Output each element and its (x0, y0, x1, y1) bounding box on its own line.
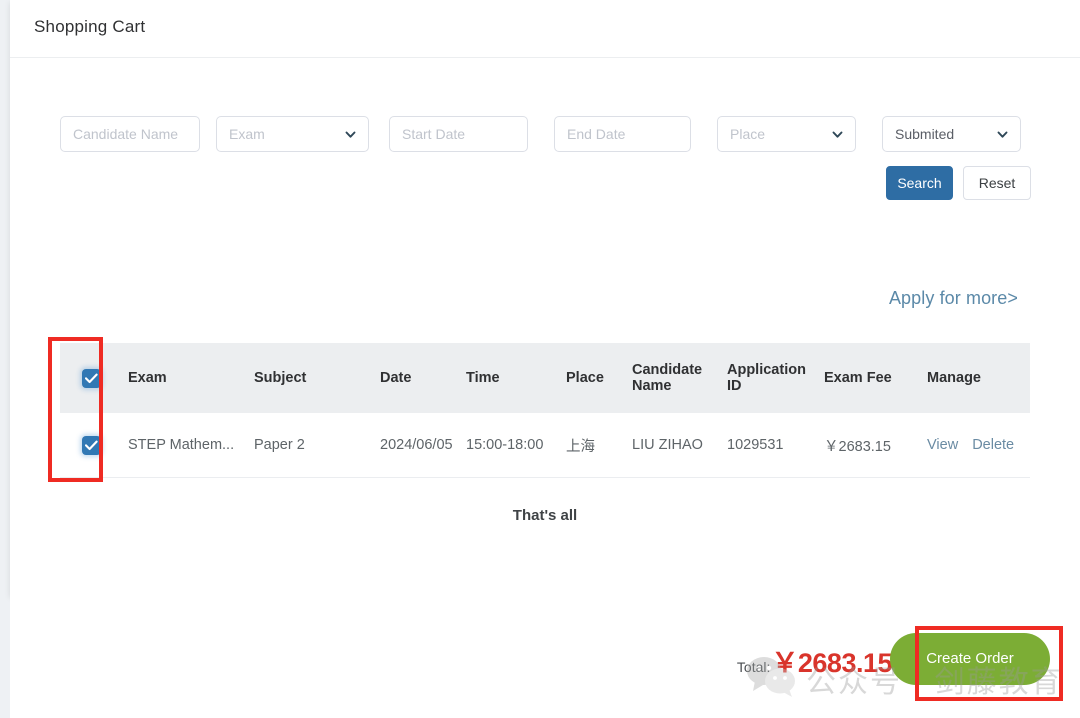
start-date-input[interactable]: Start Date (389, 116, 528, 152)
total-label: Total: (737, 659, 770, 675)
filter-bar: Candidate Name Exam Start Date End Date … (60, 116, 1070, 152)
cell-time: 15:00-18:00 (466, 437, 566, 453)
cell-place: 上海 (566, 435, 632, 456)
card-header: Shopping Cart (10, 0, 1080, 58)
page-title: Shopping Cart (34, 17, 145, 37)
column-header-candidate-name: Candidate Name (632, 362, 727, 394)
select-all-checkbox[interactable] (82, 369, 101, 388)
column-header-subject: Subject (254, 370, 380, 386)
table-row: STEP Mathem... Paper 2 2024/06/05 15:00-… (60, 413, 1030, 478)
status-select-value: Submited (895, 126, 954, 142)
candidate-name-input[interactable]: Candidate Name (60, 116, 200, 152)
check-icon (85, 373, 98, 384)
row-select-cell (60, 436, 128, 455)
cart-footer: Total: ￥2683.15 Create Order (10, 596, 1080, 718)
chevron-down-icon (831, 128, 844, 141)
status-select[interactable]: Submited (882, 116, 1021, 152)
place-select-label: Place (730, 126, 765, 142)
filter-actions: Search Reset (60, 166, 1070, 200)
chevron-down-icon (996, 128, 1009, 141)
check-icon (85, 440, 98, 451)
column-header-manage: Manage (927, 370, 1027, 386)
column-header-date: Date (380, 370, 466, 386)
chevron-down-icon (344, 128, 357, 141)
delete-link[interactable]: Delete (972, 437, 1014, 453)
reset-button[interactable]: Reset (963, 166, 1031, 200)
row-checkbox[interactable] (82, 436, 101, 455)
column-header-time: Time (466, 370, 566, 386)
select-all-cell (60, 369, 128, 388)
cart-table: Exam Subject Date Time Place Candidate N… (60, 343, 1030, 478)
cell-date: 2024/06/05 (380, 437, 466, 453)
shopping-cart-card: Shopping Cart Candidate Name Exam Start … (10, 0, 1080, 596)
total-value: ￥2683.15 (771, 641, 892, 680)
view-link[interactable]: View (927, 437, 958, 453)
app-root: Shopping Cart Candidate Name Exam Start … (0, 0, 1080, 718)
cell-exam-fee: ￥2683.15 (824, 435, 927, 456)
table-header-row: Exam Subject Date Time Place Candidate N… (60, 343, 1030, 413)
column-header-application-id: Application ID (727, 362, 824, 394)
end-date-input[interactable]: End Date (554, 116, 691, 152)
place-select[interactable]: Place (717, 116, 856, 152)
end-of-list-text: That's all (10, 507, 1080, 524)
exam-select-label: Exam (229, 126, 265, 142)
column-header-exam-fee: Exam Fee (824, 370, 927, 386)
column-header-exam: Exam (128, 370, 254, 386)
column-header-place: Place (566, 370, 632, 386)
cell-subject: Paper 2 (254, 437, 380, 453)
total-wrapper: Total: ￥2683.15 (737, 641, 892, 680)
cell-application-id: 1029531 (727, 437, 824, 453)
cell-manage: View Delete (927, 437, 1027, 453)
search-button[interactable]: Search (886, 166, 953, 200)
cell-candidate-name: LIU ZIHAO (632, 437, 727, 453)
apply-for-more-link[interactable]: Apply for more> (889, 288, 1018, 309)
exam-select[interactable]: Exam (216, 116, 369, 152)
cell-exam: STEP Mathem... (128, 437, 254, 453)
create-order-button[interactable]: Create Order (890, 633, 1050, 685)
